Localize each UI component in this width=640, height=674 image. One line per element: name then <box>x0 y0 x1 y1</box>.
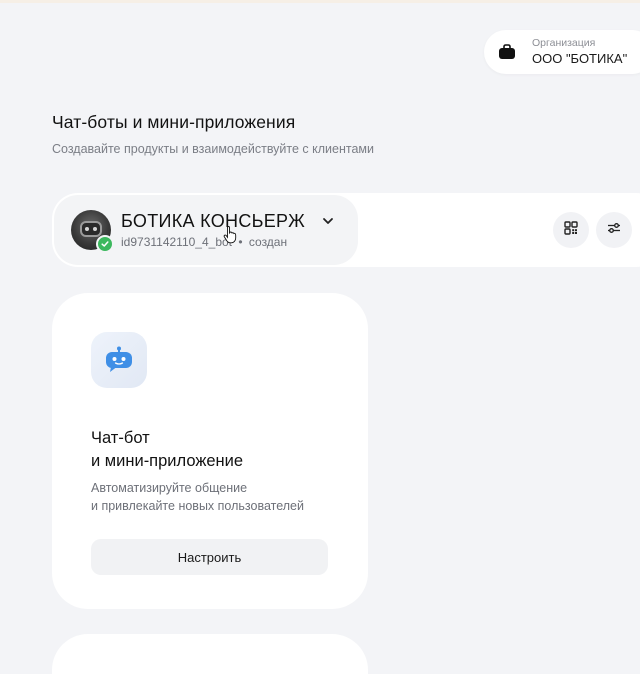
card-title-line2: и мини-приложение <box>91 452 244 470</box>
organization-label: Организация <box>532 37 596 49</box>
briefcase-icon <box>490 35 524 69</box>
meta-separator: • <box>238 235 243 249</box>
chevron-down-icon[interactable] <box>321 214 335 228</box>
card-title-line1: Чат-бот <box>91 429 150 447</box>
bot-bar: БОТИКА КОНСЬЕРЖ id9731142110_4_bot • соз… <box>52 193 640 267</box>
page-subtitle: Создавайте продукты и взаимодействуйте с… <box>52 142 374 156</box>
configure-button[interactable]: Настроить <box>91 539 328 575</box>
bot-avatar <box>71 210 114 253</box>
bot-id: id9731142110_4_bot <box>121 235 232 249</box>
card-title: Чат-бот и мини-приложение <box>91 427 243 473</box>
product-card-chatbot: Чат-бот и мини-приложение Автоматизируйт… <box>52 293 368 609</box>
sliders-icon <box>607 221 621 239</box>
qr-code-button[interactable] <box>553 212 589 248</box>
page-title: Чат-боты и мини-приложения <box>52 112 296 132</box>
card-description: Автоматизируйте общение и привлекайте но… <box>91 479 304 515</box>
bot-avatar-face <box>80 221 102 237</box>
card-desc-line2: и привлекайте новых пользователей <box>91 499 304 513</box>
robot-chat-icon <box>91 332 147 388</box>
hand-cursor-icon <box>223 226 237 244</box>
bot-status: создан <box>248 235 288 249</box>
top-strip <box>0 0 640 3</box>
organization-switcher[interactable]: Организация ООО "БОТИКА" <box>484 30 640 74</box>
qr-code-icon <box>564 220 578 240</box>
bot-selector[interactable]: БОТИКА КОНСЬЕРЖ id9731142110_4_bot • соз… <box>54 195 358 265</box>
organization-name: ООО "БОТИКА" <box>532 51 628 66</box>
card-desc-line1: Автоматизируйте общение <box>91 481 248 495</box>
bot-name: БОТИКА КОНСЬЕРЖ <box>121 211 306 231</box>
product-card-next <box>52 634 368 674</box>
settings-button[interactable] <box>596 212 632 248</box>
check-icon <box>96 235 114 253</box>
